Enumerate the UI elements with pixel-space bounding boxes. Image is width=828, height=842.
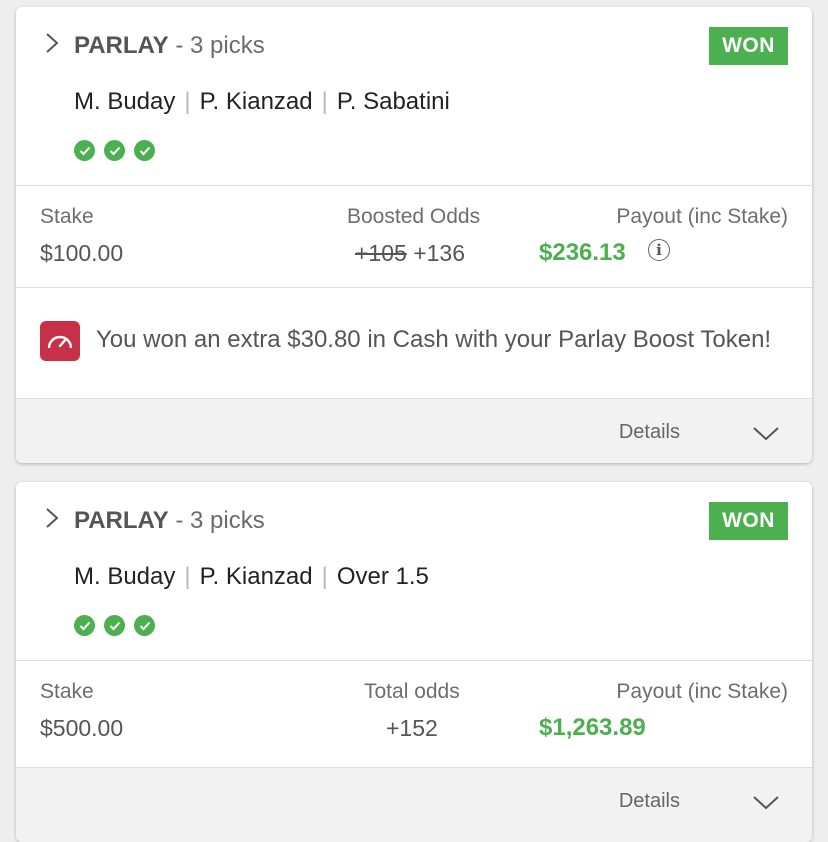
payout-label: Payout (inc Stake) [616,205,788,228]
leg-separator: | [321,88,328,115]
odds-values: +105 +136 [355,240,465,267]
stake-label: Stake [40,680,94,703]
check-circle-icon [134,615,155,636]
details-link[interactable]: Details [619,421,680,444]
speedometer-icon [40,321,80,361]
payout-value: $1,263.89 [539,714,646,741]
payout-label: Payout (inc Stake) [616,680,788,703]
picks-count: - 3 picks [168,507,265,534]
odds-label: Boosted Odds [347,205,481,228]
chevron-down-icon[interactable] [752,426,780,442]
status-badge: WON [709,502,788,540]
chevron-right-icon[interactable] [45,32,59,54]
legs-list: M. Buday | P. Kianzad | Over 1.5 [74,563,429,591]
bet-type: PARLAY [74,507,169,534]
leg-name: Over 1.5 [336,563,429,590]
check-circle-icon [104,615,125,636]
bet-title: PARLAY - 3 picks [74,507,265,535]
stake-value: $500.00 [40,715,124,741]
leg-name: P. Kianzad [199,88,313,115]
leg-name: P. Sabatini [336,88,450,115]
leg-status-icons [74,615,155,636]
odds-label: Total odds [364,680,460,703]
picks-count: - 3 picks [168,32,265,59]
chevron-down-icon[interactable] [752,795,780,811]
card-footer: Details [16,398,812,463]
check-circle-icon [74,140,95,161]
divider [16,660,812,661]
total-odds: +152 [386,715,438,741]
leg-name: M. Buday [74,563,176,590]
bet-type: PARLAY [74,32,169,59]
stake-label: Stake [40,205,94,228]
bet-card[interactable]: PARLAY - 3 picks WON M. Buday | P. Kianzad… [16,482,812,842]
status-badge: WON [709,27,788,65]
bet-title: PARLAY - 3 picks [74,32,265,60]
divider [16,185,812,186]
leg-name: P. Kianzad [199,563,313,590]
original-odds: +105 [355,240,407,266]
boost-message: You won an extra $30.80 in Cash with you… [96,326,772,353]
details-link[interactable]: Details [619,790,680,813]
check-circle-icon [134,140,155,161]
check-circle-icon [104,140,125,161]
leg-separator: | [321,563,328,590]
info-icon[interactable]: i [648,239,670,261]
payout-value: $236.13 [539,239,626,266]
boosted-odds: +136 [413,240,466,266]
card-footer: Details [16,767,812,842]
stake-value: $100.00 [40,240,124,266]
divider [16,287,812,288]
check-circle-icon [74,615,95,636]
leg-separator: | [184,88,191,115]
leg-separator: | [184,563,191,590]
legs-list: M. Buday | P. Kianzad | P. Sabatini [74,88,450,116]
leg-name: M. Buday [74,88,176,115]
leg-status-icons [74,140,155,161]
chevron-right-icon[interactable] [45,507,59,529]
bet-card[interactable]: PARLAY - 3 picks WON M. Buday | P. Kianzad… [16,7,812,463]
